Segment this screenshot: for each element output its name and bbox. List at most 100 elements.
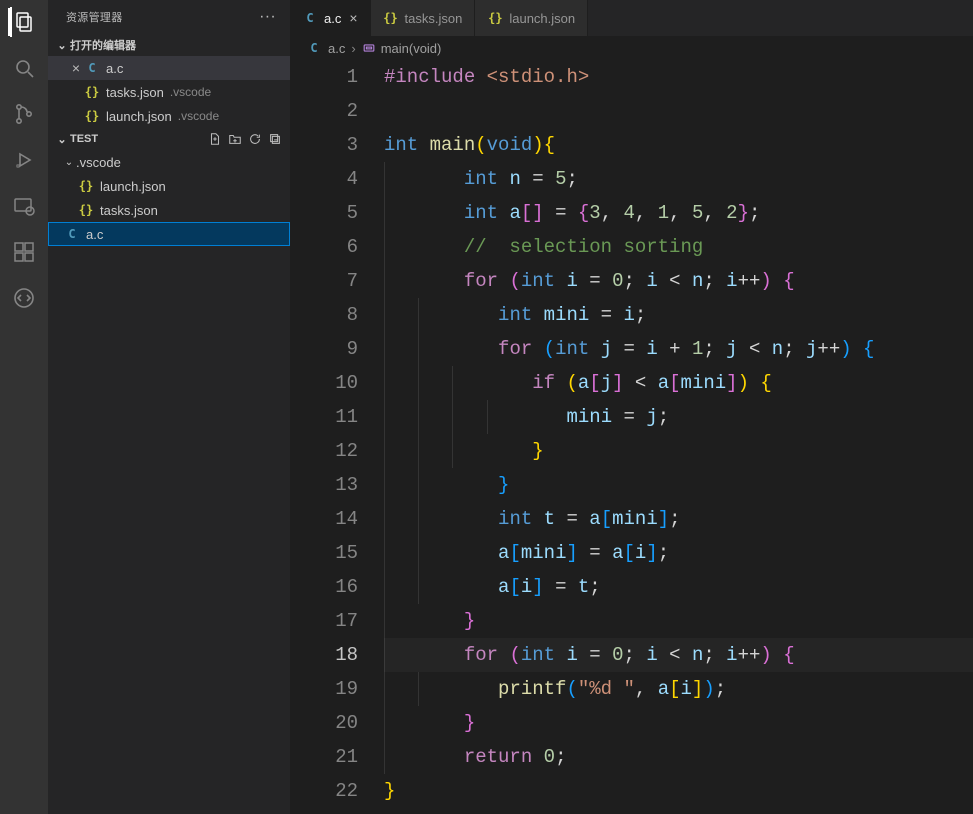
code-line[interactable]: int t = a[mini]; [384, 502, 973, 536]
close-icon[interactable]: × [349, 10, 357, 26]
sidebar-title: 资源管理器 [66, 9, 123, 25]
refresh-icon[interactable] [248, 132, 262, 146]
line-number-gutter: 12345678910111213141516171819202122 [290, 60, 380, 814]
code-line[interactable]: // selection sorting [384, 230, 973, 264]
line-number: 16 [290, 570, 358, 604]
file-name: launch.json [100, 179, 166, 194]
extensions-icon[interactable] [10, 238, 38, 266]
editor-tab[interactable]: Ca.c × [290, 0, 371, 36]
new-folder-icon[interactable] [228, 132, 242, 146]
line-number: 22 [290, 774, 358, 808]
close-icon[interactable]: × [68, 60, 84, 76]
remote-explorer-icon[interactable] [10, 192, 38, 220]
symbol-icon [362, 41, 376, 55]
code-line[interactable]: int main(void){ [384, 128, 973, 162]
editor-group: Ca.c × {} tasks.json {} launch.json C a.c › m… [290, 0, 973, 814]
line-number: 9 [290, 332, 358, 366]
file-item[interactable]: {}launch.json [48, 174, 290, 198]
file-item[interactable]: {} tasks.json [48, 198, 290, 222]
file-name: tasks.json [106, 85, 164, 100]
open-editor-item[interactable]: {}tasks.json.vscode [48, 80, 290, 104]
tab-label: a.c [324, 11, 341, 26]
code-line[interactable]: int n = 5; [384, 162, 973, 196]
explorer-sidebar: 资源管理器 ··· ⌄ 打开的编辑器 ×Ca.c{}tasks.json.vsc… [48, 0, 290, 814]
open-editors-list: ×Ca.c{}tasks.json.vscode{}launch.json.vs… [48, 56, 290, 128]
line-number: 15 [290, 536, 358, 570]
line-number: 7 [290, 264, 358, 298]
project-header[interactable]: ⌄ TEST [48, 128, 290, 150]
code-line[interactable]: int mini = i; [384, 298, 973, 332]
code-line[interactable]: } [384, 434, 973, 468]
line-number: 18 [290, 638, 358, 672]
open-editors-label: 打开的编辑器 [70, 37, 136, 53]
breadcrumbs[interactable]: C a.c › main(void) [290, 36, 973, 60]
editor-tab[interactable]: {} tasks.json [371, 0, 476, 36]
file-name: a.c [106, 61, 123, 76]
json-file-icon: {} [78, 203, 94, 217]
editor-tab[interactable]: {} launch.json [475, 0, 588, 36]
line-number: 1 [290, 60, 358, 94]
line-number: 21 [290, 740, 358, 774]
code-line[interactable]: } [384, 604, 973, 638]
chevron-down-icon: ⌄ [54, 39, 70, 52]
folder-item[interactable]: ⌄.vscode [48, 150, 290, 174]
source-control-icon[interactable] [10, 100, 38, 128]
json-file-icon: {} [383, 11, 399, 25]
code-line[interactable]: } [384, 706, 973, 740]
line-number: 8 [290, 298, 358, 332]
line-number: 13 [290, 468, 358, 502]
code-line[interactable]: #include <stdio.h> [384, 60, 973, 94]
code-line[interactable]: for (int i = 0; i < n; i++) { [384, 638, 973, 672]
file-name: tasks.json [100, 203, 158, 218]
line-number: 5 [290, 196, 358, 230]
line-number: 17 [290, 604, 358, 638]
code-line[interactable]: } [384, 774, 973, 808]
code-line[interactable]: } [384, 468, 973, 502]
file-tree: ⌄.vscode{}launch.json {} tasks.json Ca.c [48, 150, 290, 246]
breadcrumb-file[interactable]: a.c [328, 41, 345, 56]
tab-label: launch.json [509, 11, 575, 26]
sidebar-title-row: 资源管理器 ··· [48, 0, 290, 34]
sidebar-more-icon[interactable]: ··· [259, 8, 276, 26]
search-icon[interactable] [10, 54, 38, 82]
explorer-icon[interactable] [8, 8, 38, 36]
line-number: 3 [290, 128, 358, 162]
c-file-icon: C [84, 61, 100, 75]
run-debug-icon[interactable] [10, 146, 38, 174]
line-number: 2 [290, 94, 358, 128]
c-file-icon: C [64, 227, 80, 241]
code-editor[interactable]: 12345678910111213141516171819202122 #inc… [290, 60, 973, 814]
breadcrumb-symbol[interactable]: main(void) [381, 41, 442, 56]
live-share-icon[interactable] [10, 284, 38, 312]
c-file-icon: C [302, 11, 318, 25]
open-editors-header[interactable]: ⌄ 打开的编辑器 [48, 34, 290, 56]
file-item[interactable]: Ca.c [48, 222, 290, 246]
c-file-icon: C [306, 41, 322, 55]
json-file-icon: {} [487, 11, 503, 25]
file-name: launch.json [106, 109, 172, 124]
line-number: 6 [290, 230, 358, 264]
new-file-icon[interactable] [208, 132, 222, 146]
tab-label: tasks.json [405, 11, 463, 26]
json-file-icon: {} [84, 109, 100, 123]
code-line[interactable]: if (a[j] < a[mini]) { [384, 366, 973, 400]
collapse-all-icon[interactable] [268, 132, 282, 146]
code-line[interactable]: for (int i = 0; i < n; i++) { [384, 264, 973, 298]
code-line[interactable] [384, 94, 973, 128]
open-editor-item[interactable]: ×Ca.c [48, 56, 290, 80]
code-line[interactable]: a[i] = t; [384, 570, 973, 604]
code-line[interactable]: mini = j; [384, 400, 973, 434]
code-line[interactable]: printf("%d ", a[i]); [384, 672, 973, 706]
code-line[interactable]: for (int j = i + 1; j < n; j++) { [384, 332, 973, 366]
code-line[interactable]: return 0; [384, 740, 973, 774]
code-content[interactable]: #include <stdio.h> int main(void){ int n… [380, 60, 973, 814]
line-number: 19 [290, 672, 358, 706]
project-name: TEST [70, 133, 98, 145]
open-editor-item[interactable]: {}launch.json.vscode [48, 104, 290, 128]
folder-name: .vscode [76, 155, 121, 170]
line-number: 14 [290, 502, 358, 536]
activity-bar [0, 0, 48, 814]
line-number: 20 [290, 706, 358, 740]
code-line[interactable]: int a[] = {3, 4, 1, 5, 2}; [384, 196, 973, 230]
code-line[interactable]: a[mini] = a[i]; [384, 536, 973, 570]
